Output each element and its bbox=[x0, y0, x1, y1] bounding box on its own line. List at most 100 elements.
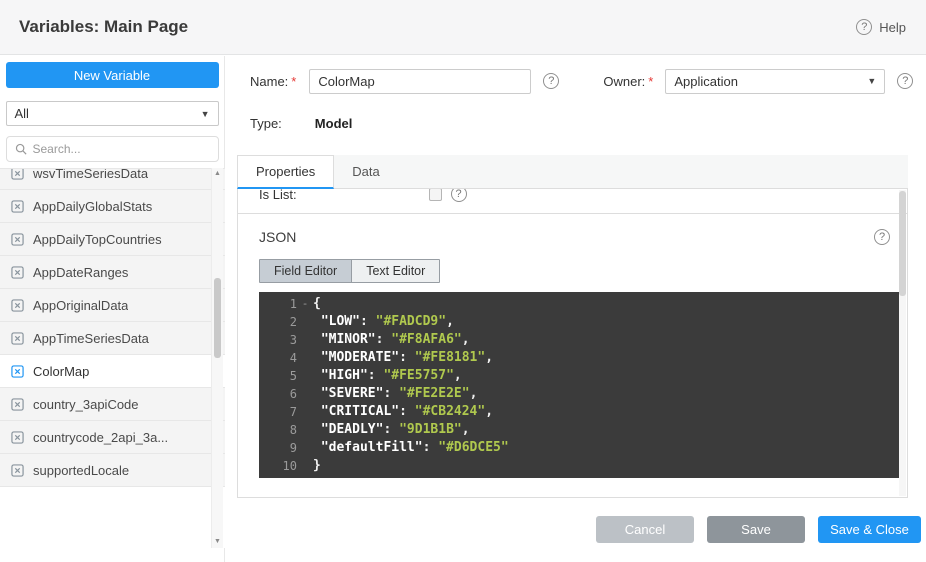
owner-required-asterisk: * bbox=[648, 74, 653, 89]
json-help-icon[interactable]: ? bbox=[874, 229, 890, 245]
fold-gutter bbox=[297, 367, 313, 385]
tab-properties[interactable]: Properties bbox=[237, 155, 334, 189]
variable-list-item[interactable]: AppDateRanges bbox=[0, 256, 225, 289]
code-line: 3 "MINOR": "#F8AFA6", bbox=[259, 331, 899, 349]
owner-select[interactable]: Application ▼ bbox=[665, 69, 885, 94]
variable-icon bbox=[11, 233, 24, 246]
code-line: 6 "SEVERE": "#FE2E2E", bbox=[259, 385, 899, 403]
variable-icon bbox=[11, 398, 24, 411]
save-and-close-button[interactable]: Save & Close bbox=[818, 516, 921, 543]
panel-scrollbar-thumb[interactable] bbox=[899, 191, 906, 296]
field-editor-button[interactable]: Field Editor bbox=[260, 260, 351, 282]
code-line: 2 "LOW": "#FADCD9", bbox=[259, 313, 899, 331]
save-button[interactable]: Save bbox=[707, 516, 805, 543]
name-required-asterisk: * bbox=[291, 74, 296, 89]
main-content: Name: * ? Owner: * Application ▼ ? Type:… bbox=[226, 56, 926, 562]
page-header: Variables: Main Page ? Help bbox=[0, 0, 926, 55]
variable-label: AppDailyTopCountries bbox=[33, 232, 162, 247]
variable-list-item[interactable]: ColorMap bbox=[0, 355, 225, 388]
line-number: 2 bbox=[259, 313, 297, 331]
code-text: "MINOR": "#F8AFA6", bbox=[313, 331, 470, 349]
line-number: 9 bbox=[259, 439, 297, 457]
variable-list-item[interactable]: supportedLocale bbox=[0, 454, 225, 487]
new-variable-button[interactable]: New Variable bbox=[6, 62, 219, 88]
owner-help-icon[interactable]: ? bbox=[897, 73, 913, 89]
fold-gutter bbox=[297, 349, 313, 367]
name-help-icon[interactable]: ? bbox=[543, 73, 559, 89]
owner-label: Owner: bbox=[603, 74, 645, 89]
scroll-down-icon[interactable]: ▼ bbox=[212, 536, 223, 548]
variable-list-item[interactable]: AppOriginalData bbox=[0, 289, 225, 322]
variable-label: countrycode_2api_3a... bbox=[33, 430, 168, 445]
search-box bbox=[6, 136, 219, 162]
code-line: 9 "defaultFill": "#D6DCE5" bbox=[259, 439, 899, 457]
tab-data[interactable]: Data bbox=[334, 155, 397, 188]
tab-bar: PropertiesData bbox=[237, 155, 908, 189]
code-line: 8 "DEADLY": "9D1B1B", bbox=[259, 421, 899, 439]
fold-gutter bbox=[297, 331, 313, 349]
variable-label: supportedLocale bbox=[33, 463, 129, 478]
json-section-title: JSON bbox=[259, 229, 296, 245]
type-row: Type: Model bbox=[250, 116, 352, 131]
variable-icon bbox=[11, 168, 24, 180]
json-code-editor[interactable]: 1-{2 "LOW": "#FADCD9",3 "MINOR": "#F8AFA… bbox=[259, 292, 899, 478]
code-line: 4 "MODERATE": "#FE8181", bbox=[259, 349, 899, 367]
variable-label: AppDateRanges bbox=[33, 265, 128, 280]
chevron-down-icon: ▼ bbox=[201, 109, 210, 119]
line-number: 1 bbox=[259, 295, 297, 313]
line-number: 10 bbox=[259, 457, 297, 475]
code-text: "HIGH": "#FE5757", bbox=[313, 367, 462, 385]
line-number: 8 bbox=[259, 421, 297, 439]
code-text: "MODERATE": "#FE8181", bbox=[313, 349, 493, 367]
fold-gutter bbox=[297, 385, 313, 403]
variable-list-item[interactable]: countrycode_2api_3a... bbox=[0, 421, 225, 454]
variable-list-item[interactable]: country_3apiCode bbox=[0, 388, 225, 421]
sidebar-scrollbar[interactable]: ▲ ▼ bbox=[211, 168, 223, 548]
cancel-button[interactable]: Cancel bbox=[596, 516, 694, 543]
variable-list: wsvTimeSeriesData AppDailyGlobalStats Ap… bbox=[0, 168, 225, 548]
properties-panel: Is List: ? JSON ? Field EditorText Edito… bbox=[237, 189, 908, 498]
owner-group: Owner: * Application ▼ ? bbox=[603, 69, 913, 94]
owner-chevron-down-icon: ▼ bbox=[867, 76, 876, 86]
code-line: 1-{ bbox=[259, 295, 899, 313]
code-line: 5 "HIGH": "#FE5757", bbox=[259, 367, 899, 385]
variable-list-item[interactable]: AppDailyTopCountries bbox=[0, 223, 225, 256]
variable-list-item[interactable]: wsvTimeSeriesData bbox=[0, 168, 225, 190]
is-list-row: Is List: ? bbox=[238, 189, 907, 214]
variable-filter-dropdown[interactable]: All ▼ bbox=[6, 101, 219, 126]
is-list-checkbox[interactable] bbox=[429, 189, 442, 201]
code-text: "SEVERE": "#FE2E2E", bbox=[313, 385, 477, 403]
name-owner-row: Name: * ? Owner: * Application ▼ ? bbox=[250, 68, 913, 94]
fold-gutter bbox=[297, 439, 313, 457]
name-input[interactable] bbox=[309, 69, 531, 94]
line-number: 6 bbox=[259, 385, 297, 403]
footer-actions: Cancel Save Save & Close bbox=[596, 516, 921, 543]
line-number: 3 bbox=[259, 331, 297, 349]
code-text: "DEADLY": "9D1B1B", bbox=[313, 421, 470, 439]
variable-label: AppTimeSeriesData bbox=[33, 331, 149, 346]
search-input[interactable] bbox=[33, 142, 210, 156]
scroll-up-icon[interactable]: ▲ bbox=[212, 168, 223, 180]
fold-gutter bbox=[297, 403, 313, 421]
variable-icon bbox=[11, 365, 24, 378]
fold-gutter bbox=[297, 457, 313, 475]
help-button[interactable]: ? Help bbox=[856, 19, 906, 35]
variable-icon bbox=[11, 464, 24, 477]
code-text: "LOW": "#FADCD9", bbox=[313, 313, 454, 331]
filter-selected-value: All bbox=[15, 106, 29, 121]
is-list-help-icon[interactable]: ? bbox=[451, 189, 467, 202]
variable-list-item[interactable]: AppDailyGlobalStats bbox=[0, 190, 225, 223]
fold-icon[interactable]: - bbox=[297, 295, 313, 313]
variable-list-item[interactable]: AppTimeSeriesData bbox=[0, 322, 225, 355]
editor-mode-toggle: Field EditorText Editor bbox=[259, 259, 440, 283]
variable-icon bbox=[11, 431, 24, 444]
variable-list-inner: wsvTimeSeriesData AppDailyGlobalStats Ap… bbox=[0, 168, 225, 487]
code-text: } bbox=[313, 457, 321, 475]
help-question-icon: ? bbox=[856, 19, 872, 35]
code-text: "CRITICAL": "#CB2424", bbox=[313, 403, 493, 421]
variable-label: country_3apiCode bbox=[33, 397, 139, 412]
line-number: 7 bbox=[259, 403, 297, 421]
text-editor-button[interactable]: Text Editor bbox=[351, 260, 439, 282]
scrollbar-thumb[interactable] bbox=[214, 278, 221, 358]
variable-icon bbox=[11, 299, 24, 312]
